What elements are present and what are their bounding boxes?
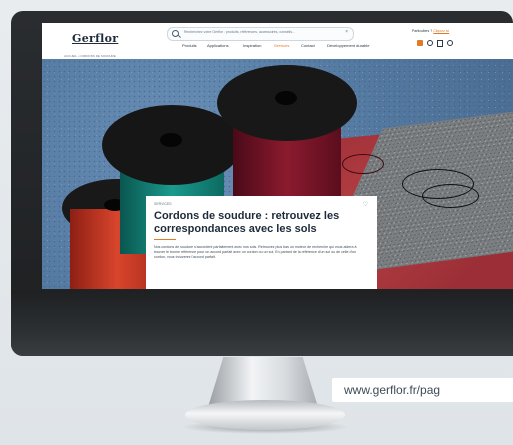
nav-item-contact[interactable]: Contact: [301, 43, 315, 48]
search-icon: [172, 30, 179, 37]
nav-item-developpement-durable[interactable]: Développement durable: [327, 43, 369, 48]
gerflor-logo[interactable]: Gerflor: [72, 32, 118, 45]
page-title: Cordons de soudure : retrouvez les corre…: [154, 210, 340, 235]
search-input[interactable]: Recherchez votre Gerflor : produits, réf…: [167, 27, 354, 41]
article-kicker: SERVICES: [154, 202, 172, 206]
monitor-stand-base: [185, 400, 345, 430]
search-placeholder: Recherchez votre Gerflor : produits, réf…: [184, 30, 296, 34]
particuliers-link[interactable]: Cliquez ici: [433, 29, 449, 33]
loose-cord: [342, 154, 384, 174]
monitor-chin: [11, 290, 513, 356]
nav-item-services[interactable]: Services: [274, 43, 289, 48]
documents-icon[interactable]: [437, 40, 443, 47]
language-icon[interactable]: [447, 40, 453, 46]
loose-cord: [422, 184, 479, 208]
monitor-screen: Gerflor Recherchez votre Gerflor : produ…: [42, 23, 513, 289]
user-icon[interactable]: [427, 40, 433, 46]
nav-item-produits[interactable]: Produits: [182, 43, 197, 48]
url-caption: www.gerflor.fr/pag: [332, 378, 513, 402]
search-clear-icon[interactable]: ×: [345, 29, 348, 35]
article-intro: Nos cordons de soudure s'accordent parfa…: [154, 245, 357, 259]
breadcrumb[interactable]: ACCUEIL › CORDONS DE SOUDURE: [64, 54, 116, 58]
url-text: www.gerflor.fr/pag: [344, 383, 441, 397]
samples-icon[interactable]: [417, 40, 423, 46]
nav-item-applications[interactable]: Applications: [207, 43, 229, 48]
particuliers-label: Particuliers ?: [412, 29, 433, 33]
site-header: Gerflor Recherchez votre Gerflor : produ…: [42, 23, 513, 59]
nav-item-inspiration[interactable]: Inspiration: [243, 43, 261, 48]
favorite-icon[interactable]: ♡: [363, 201, 368, 208]
title-divider: [154, 239, 176, 240]
article-card: SERVICES ♡ Cordons de soudure : retrouve…: [146, 196, 377, 289]
particuliers-cta: Particuliers ? Cliquez ici: [412, 29, 449, 33]
